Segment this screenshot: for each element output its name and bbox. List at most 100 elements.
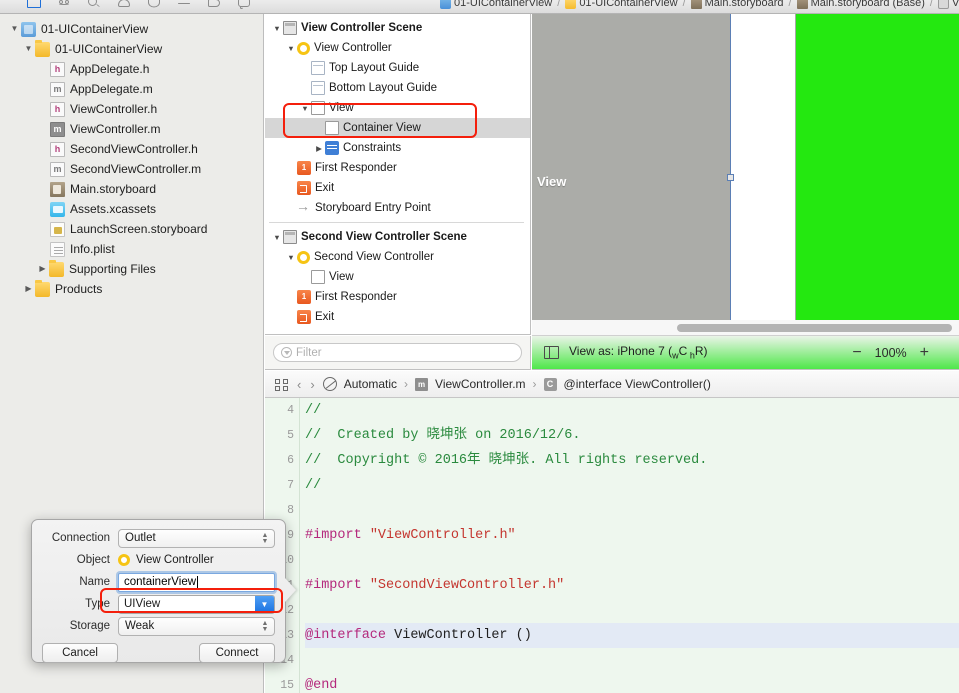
tree-item-launchscreen[interactable]: LaunchScreen.storyboard: [0, 219, 263, 239]
outline-item-label: View Controller: [314, 42, 392, 54]
navigator-selector-bar[interactable]: [0, 0, 265, 13]
scene-view-green[interactable]: [796, 14, 959, 320]
tree-item-assets[interactable]: Assets.xcassets: [0, 199, 263, 219]
container-view-icon: [325, 121, 339, 135]
zoom-in-button[interactable]: +: [920, 344, 929, 361]
search-icon[interactable]: [86, 0, 102, 9]
connection-select[interactable]: Outlet ▲ ▼: [118, 528, 275, 548]
tree-item-products[interactable]: ▶ Products: [0, 279, 263, 299]
disclosure-triangle-icon[interactable]: ▼: [299, 104, 311, 113]
scene-icon: [283, 230, 297, 244]
jump-bar-separator: ›: [404, 377, 409, 391]
breadcrumb-item-storyboard[interactable]: Main.storyboard: [690, 0, 784, 9]
tree-item-label: LaunchScreen.storyboard: [70, 222, 208, 236]
document-outline[interactable]: ▼ View Controller Scene ▼ View Controlle…: [265, 14, 531, 335]
disclosure-triangle-icon[interactable]: ▶: [313, 144, 325, 153]
outline-item-constraints[interactable]: ▶ Constraints: [265, 138, 530, 158]
source-control-icon[interactable]: [56, 0, 72, 9]
outline-item-container-view[interactable]: Container View: [265, 118, 530, 138]
selection-handle[interactable]: [727, 174, 734, 181]
breadcrumb-separator: /: [682, 0, 686, 9]
outline-item-bottom-layout-guide[interactable]: Bottom Layout Guide: [265, 78, 530, 98]
tree-item-project[interactable]: ▼ 01-UIContainerView: [0, 19, 263, 39]
disclosure-triangle-icon[interactable]: ▼: [271, 233, 283, 242]
storyboard-canvas[interactable]: View: [532, 14, 959, 320]
breadcrumb-item-scene[interactable]: View Controller Scene: [937, 0, 959, 9]
source-editor[interactable]: 4 5 6 7 8 9 10 11 12 13 14 15 16 17 18 1…: [265, 398, 959, 693]
chevron-down-icon[interactable]: ▼: [255, 595, 274, 613]
breadcrumb-item-storyboard-base[interactable]: Main.storyboard (Base): [796, 0, 925, 9]
cancel-button[interactable]: Cancel: [42, 643, 118, 663]
name-row: Name containerView: [42, 571, 275, 593]
outline-item-second-first-responder[interactable]: First Responder: [265, 287, 530, 307]
outline-item-view-controller[interactable]: ▼ View Controller: [265, 38, 530, 58]
breadcrumb-item-folder[interactable]: 01-UIContainerView: [565, 0, 678, 9]
jump-bar-file[interactable]: ViewController.m: [435, 377, 525, 391]
filter-input[interactable]: Filter: [273, 343, 522, 362]
outline-item-exit[interactable]: Exit: [265, 178, 530, 198]
folder-icon[interactable]: [26, 0, 42, 9]
view-controller-icon: [297, 41, 310, 55]
breadcrumb[interactable]: 01-UIContainerView / 01-UIContainerView …: [440, 0, 959, 13]
outline-item-first-responder[interactable]: First Responder: [265, 158, 530, 178]
line-number: 15: [280, 679, 294, 692]
outline-item-second-view-controller[interactable]: ▼ Second View Controller: [265, 247, 530, 267]
report-navigator-icon[interactable]: [236, 0, 252, 9]
outline-item-view[interactable]: ▼ View: [265, 98, 530, 118]
first-responder-icon: [297, 161, 311, 175]
type-combobox[interactable]: UIView ▼: [118, 594, 275, 614]
disclosure-triangle-icon[interactable]: ▼: [22, 45, 35, 53]
size-class-h-prefix: h: [687, 350, 695, 361]
breakpoint-navigator-icon[interactable]: [206, 0, 222, 9]
jump-bar-symbol[interactable]: @interface ViewController(): [564, 377, 711, 391]
tree-item-file[interactable]: h AppDelegate.h: [0, 59, 263, 79]
connect-button[interactable]: Connect: [199, 643, 275, 663]
folder-icon: [35, 279, 50, 297]
tree-item-file-viewcontroller-m[interactable]: m ViewController.m: [0, 119, 263, 139]
disclosure-triangle-icon[interactable]: ▶: [22, 285, 35, 293]
tree-item-group[interactable]: ▼ 01-UIContainerView: [0, 39, 263, 59]
tree-item-file[interactable]: m AppDelegate.m: [0, 79, 263, 99]
outline-item-second-exit[interactable]: Exit: [265, 307, 530, 327]
connection-popup[interactable]: Connection Outlet ▲ ▼ Object View Control…: [31, 519, 286, 663]
tree-item-storyboard[interactable]: Main.storyboard: [0, 179, 263, 199]
stepper-icon[interactable]: ▲ ▼: [261, 620, 269, 634]
zoom-out-button[interactable]: −: [852, 344, 861, 361]
code-content[interactable]: // // Created by 晓坤张 on 2016/12/6. // Co…: [305, 398, 959, 693]
line-number: 5: [287, 429, 294, 442]
disclosure-triangle-icon[interactable]: ▼: [8, 25, 21, 33]
outline-item-top-layout-guide[interactable]: Top Layout Guide: [265, 58, 530, 78]
disclosure-triangle-icon[interactable]: ▼: [285, 44, 297, 53]
storage-select[interactable]: Weak ▲ ▼: [118, 616, 275, 636]
view-as-toggle-icon[interactable]: [544, 346, 559, 359]
test-navigator-icon[interactable]: [146, 0, 162, 9]
tree-item-plist[interactable]: Info.plist: [0, 239, 263, 259]
debug-navigator-icon[interactable]: [176, 0, 192, 9]
tree-item-supporting-files[interactable]: ▶ Supporting Files: [0, 259, 263, 279]
assistant-editor-icon[interactable]: [275, 378, 289, 391]
scrollbar-thumb[interactable]: [677, 324, 952, 332]
issue-navigator-icon[interactable]: [116, 0, 132, 9]
outline-item-second-view-controller-scene[interactable]: ▼ Second View Controller Scene: [265, 227, 530, 247]
stepper-icon[interactable]: ▲ ▼: [261, 532, 269, 546]
outline-item-view-controller-scene[interactable]: ▼ View Controller Scene: [265, 18, 530, 38]
outline-item-storyboard-entry-point[interactable]: Storyboard Entry Point: [265, 198, 530, 218]
forward-button[interactable]: ›: [309, 377, 315, 392]
canvas-horizontal-scrollbar[interactable]: [532, 320, 959, 336]
back-button[interactable]: ‹: [296, 377, 302, 392]
related-items-icon[interactable]: [322, 377, 337, 391]
preprocessor-keyword: #import: [305, 578, 362, 593]
disclosure-triangle-icon[interactable]: ▼: [285, 253, 297, 262]
tree-item-file[interactable]: h SecondViewController.h: [0, 139, 263, 159]
tree-item-file[interactable]: m SecondViewController.m: [0, 159, 263, 179]
breadcrumb-item-project[interactable]: 01-UIContainerView: [440, 0, 552, 9]
tree-item-file[interactable]: h ViewController.h: [0, 99, 263, 119]
jump-bar-related[interactable]: Automatic: [344, 377, 397, 391]
outline-item-second-view[interactable]: View: [265, 267, 530, 287]
scene-view-gray[interactable]: View: [532, 14, 730, 320]
outline-filter-bar: Filter: [265, 336, 531, 370]
disclosure-triangle-icon[interactable]: ▶: [36, 265, 49, 273]
view-as-label[interactable]: View as: iPhone 7 (wC hR): [569, 344, 708, 360]
name-input[interactable]: containerView: [118, 572, 275, 592]
disclosure-triangle-icon[interactable]: ▼: [271, 24, 283, 33]
